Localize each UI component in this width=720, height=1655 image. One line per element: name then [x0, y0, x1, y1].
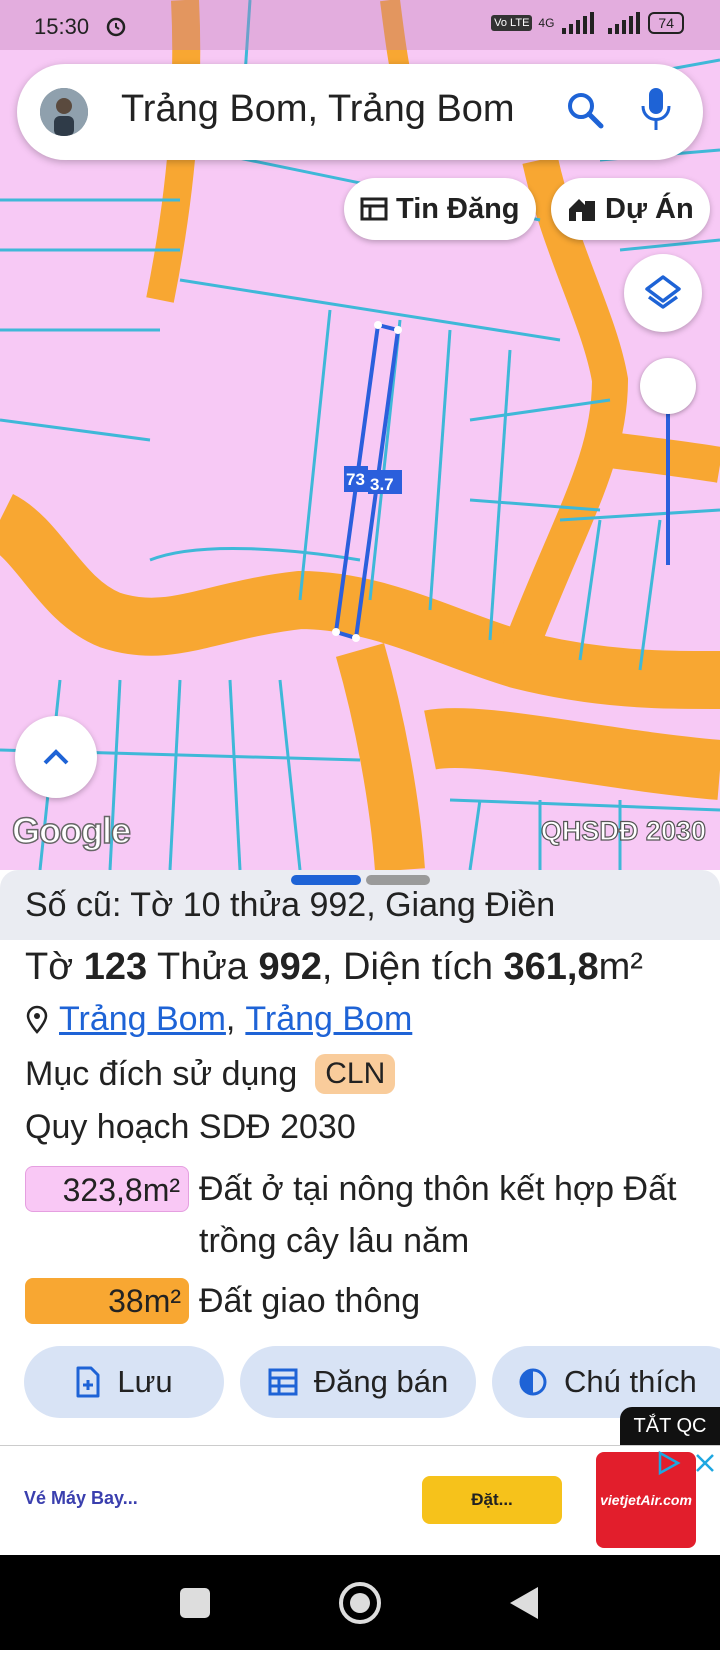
area-value: 361,8 — [503, 946, 599, 988]
parcel-length-label: 73 — [346, 470, 365, 489]
location-link-district[interactable]: Trảng Bom — [59, 1000, 226, 1039]
listing-chip-label: Tin Đăng — [396, 192, 520, 225]
parcel-info-sheet: Số cũ: Tờ 10 thửa 992, Giang Điền Tờ 123… — [0, 870, 720, 1445]
post-sale-button-label: Đăng bán — [313, 1364, 449, 1399]
signal-2-icon — [608, 12, 641, 34]
plan-label: Quy hoạch SDĐ 2030 — [25, 1108, 356, 1146]
sheet-handle-active[interactable] — [291, 875, 361, 885]
parcel-width-label: 3.7 — [370, 475, 394, 494]
back-button[interactable] — [510, 1587, 538, 1619]
plan-item-area: 38m² — [25, 1278, 189, 1324]
project-chip-label: Dự Án — [605, 192, 694, 225]
plan-item-desc: Đất giao thông — [199, 1282, 421, 1320]
location-pin-icon — [26, 1005, 48, 1034]
land-use-label: Mục đích sử dụng — [25, 1054, 298, 1093]
ad-info-icon[interactable] — [654, 1450, 686, 1476]
land-use-badge: CLN — [315, 1054, 396, 1094]
location-link-commune[interactable]: Trảng Bom — [245, 1000, 412, 1039]
chevron-up-icon — [43, 749, 69, 765]
plan-item: 38m² Đất giao thông — [25, 1278, 715, 1327]
search-input[interactable]: Trảng Bom, Trảng Bom — [121, 88, 515, 131]
area-unit: m² — [598, 946, 643, 988]
search-icon[interactable] — [565, 90, 605, 130]
contrast-icon — [519, 1368, 547, 1396]
ad-banner[interactable]: Vé Máy Bay... Đặt... vietjetAir.com — [0, 1445, 720, 1556]
land-use-row: Mục đích sử dụng CLN — [25, 1054, 396, 1094]
map-view[interactable]: 73 3.7 15:30 Vo LTE 4G 74 Trảng Bom, Trả… — [0, 0, 720, 870]
sheet-handle[interactable] — [366, 875, 430, 885]
old-parcel-text: Số cũ: Tờ 10 thửa 992, Giang Điền — [25, 886, 556, 924]
layers-button[interactable] — [624, 254, 702, 332]
legend-button-label: Chú thích — [564, 1364, 697, 1399]
opacity-slider-handle[interactable] — [640, 358, 696, 414]
alarm-icon — [106, 17, 126, 37]
opacity-slider-track[interactable] — [666, 400, 670, 565]
avatar[interactable] — [40, 88, 88, 136]
parcel-number: 992 — [258, 946, 322, 988]
expand-button[interactable] — [15, 716, 97, 798]
plan-item-desc: Đất ở tại nông thôn kết hợp Đất trồng câ… — [199, 1170, 677, 1260]
search-bar[interactable]: Trảng Bom, Trảng Bom — [17, 64, 703, 160]
parcel-prefix: Thửa — [156, 946, 248, 988]
sheet-number: 123 — [83, 946, 148, 988]
parcel-title: Tờ 123 Thửa 992, Diện tích 361,8m² — [25, 946, 643, 988]
plan-item-area: 323,8m² — [25, 1166, 189, 1212]
building-icon — [569, 199, 595, 221]
volte-badge: Vo LTE — [491, 15, 533, 31]
signal-icon — [562, 12, 595, 34]
area-prefix: Diện tích — [343, 946, 493, 988]
google-logo: Google — [11, 809, 132, 852]
ad-cta-button[interactable]: Đặt... — [422, 1476, 562, 1524]
project-chip[interactable]: Dự Án — [551, 178, 710, 240]
location-separator: , — [225, 1000, 236, 1038]
save-button[interactable]: Lưu — [24, 1346, 224, 1418]
save-button-label: Lưu — [117, 1364, 173, 1399]
status-time: 15:30 — [34, 14, 90, 39]
ad-text[interactable]: Vé Máy Bay... — [24, 1488, 138, 1509]
post-sale-button[interactable]: Đăng bán — [240, 1346, 476, 1418]
listing-chip[interactable]: Tin Đăng — [344, 178, 536, 240]
add-file-icon — [76, 1366, 100, 1398]
recents-button[interactable] — [180, 1588, 210, 1618]
plan-item: 323,8m² Đất ở tại nông thôn kết hợp Đất … — [25, 1166, 715, 1267]
news-icon — [360, 197, 388, 221]
layers-icon — [645, 275, 681, 309]
map-layer-label: QHSDĐ 2030 — [540, 815, 706, 846]
system-nav-bar — [0, 1555, 720, 1650]
action-bar: Lưu Đăng bán Chú thích — [0, 1346, 720, 1418]
close-ad-button[interactable]: TẮT QC — [620, 1407, 720, 1445]
network-type: 4G — [538, 16, 555, 30]
location-row: Trảng Bom , Trảng Bom — [25, 1000, 412, 1039]
status-bar: 15:30 Vo LTE 4G 74 — [0, 0, 720, 50]
table-icon — [268, 1368, 298, 1396]
battery-indicator: 74 — [648, 12, 684, 34]
mic-icon[interactable] — [639, 86, 673, 132]
sheet-prefix: Tờ — [25, 946, 74, 988]
ad-close-icon[interactable] — [694, 1452, 716, 1474]
